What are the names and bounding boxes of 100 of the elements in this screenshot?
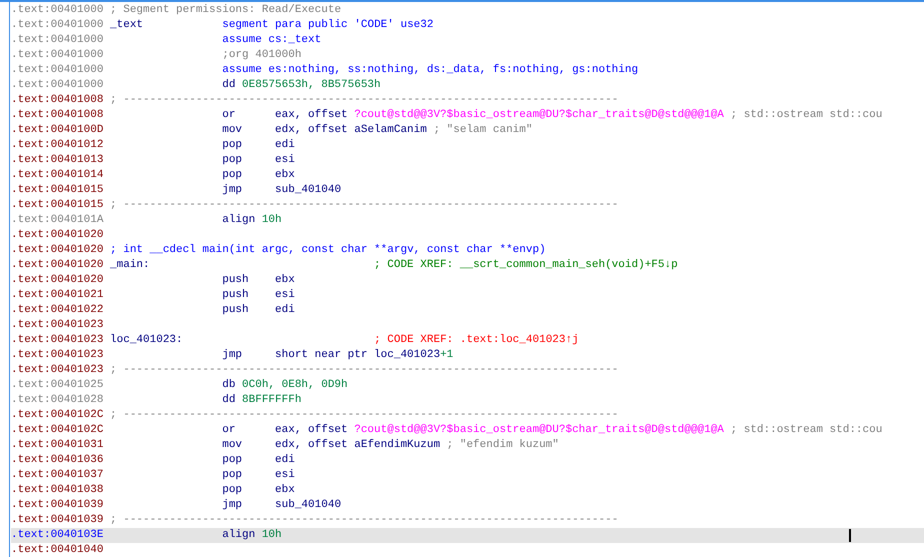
- comment: ; ---------------------------------------------------------------------------: [110, 408, 618, 423]
- instruction-mnemonic: pop: [222, 168, 242, 183]
- instruction-operands: ebx: [275, 273, 295, 288]
- line-address: .text:00401000: [11, 33, 104, 48]
- instruction-mnemonic: pop: [222, 468, 242, 483]
- instruction-mnemonic: push: [222, 288, 249, 303]
- instruction-operands: short near ptr loc_401023+1: [275, 348, 454, 363]
- instruction-operands: ebx: [275, 168, 295, 183]
- line-address: .text:00401022: [11, 303, 104, 318]
- line-address: .text:00401000: [11, 78, 104, 93]
- instruction-mnemonic: segment: [222, 18, 268, 33]
- instruction-operands: cs:_text: [268, 33, 322, 48]
- instruction-operands: 8BFFFFFFh: [242, 393, 302, 408]
- instruction-operands: 0E8575653h, 8B575653h: [242, 78, 381, 93]
- instruction-operands: es:nothing, ss:nothing, ds:_data, fs:nothing, gs:nothing: [268, 63, 638, 78]
- text-cursor: [849, 529, 851, 542]
- comment: ; ---------------------------------------------------------------------------: [110, 93, 618, 108]
- instruction-operands: ebx: [275, 483, 295, 498]
- instruction-mnemonic: mov: [222, 123, 242, 138]
- line-address: .text:00401039: [11, 498, 104, 513]
- instruction-operands: esi: [275, 468, 295, 483]
- instruction-mnemonic: push: [222, 273, 249, 288]
- instruction-operands: esi: [275, 153, 295, 168]
- instruction-mnemonic: pop: [222, 138, 242, 153]
- line-address: .text:00401012: [11, 138, 104, 153]
- instruction-operands: eax, offset ?cout@std@@3V?$basic_ostream@DU?$char_traits@D@std@@@1@A: [275, 423, 724, 438]
- line-address: .text:0040103E: [11, 528, 104, 543]
- comment: ; int __cdecl main(int argc, const char **argv, const char **envp): [110, 243, 546, 258]
- instruction-operands: 10h: [262, 528, 282, 543]
- line-address: .text:00401036: [11, 453, 104, 468]
- comment: ; CODE XREF: __scrt_common_main_seh(void)+F5↓p: [374, 258, 678, 273]
- instruction-operands: edi: [275, 303, 295, 318]
- line-address: .text:00401020: [11, 273, 104, 288]
- instruction-mnemonic: or: [222, 423, 236, 438]
- comment: ; CODE XREF: .text:loc_401023↑j: [374, 333, 579, 348]
- instruction-mnemonic: db: [222, 378, 236, 393]
- instruction-mnemonic: align: [222, 213, 256, 228]
- instruction-operands: sub_401040: [275, 183, 342, 198]
- line-address: .text:00401038: [11, 483, 104, 498]
- instruction-mnemonic: jmp: [222, 183, 242, 198]
- instruction-mnemonic: dd: [222, 393, 236, 408]
- comment: ; "selam canim": [433, 123, 532, 138]
- line-address: .text:00401021: [11, 288, 104, 303]
- instruction-mnemonic: pop: [222, 453, 242, 468]
- line-address: .text:00401023: [11, 318, 104, 333]
- line-address: .text:00401008: [11, 93, 104, 108]
- comment: ; Segment permissions: Read/Execute: [110, 3, 342, 18]
- line-address: .text:0040102C: [11, 423, 104, 438]
- line-address: .text:00401008: [11, 108, 104, 123]
- line-address: .text:0040100D: [11, 123, 104, 138]
- comment: ; ---------------------------------------------------------------------------: [110, 363, 618, 378]
- line-address: .text:00401039: [11, 513, 104, 528]
- comment: ; ---------------------------------------------------------------------------: [110, 198, 618, 213]
- instruction-mnemonic: align: [222, 528, 256, 543]
- instruction-operands: edi: [275, 453, 295, 468]
- line-address: .text:00401031: [11, 438, 104, 453]
- instruction-operands: edi: [275, 138, 295, 153]
- code-label: _main:: [110, 258, 150, 273]
- instruction-mnemonic: dd: [222, 78, 236, 93]
- instruction-mnemonic: pop: [222, 483, 242, 498]
- instruction-mnemonic: or: [222, 108, 236, 123]
- line-address: .text:00401028: [11, 393, 104, 408]
- line-address: .text:00401040: [11, 543, 104, 557]
- instruction-operands: 10h: [262, 213, 282, 228]
- line-address: .text:00401025: [11, 378, 104, 393]
- instruction-operands: edx, offset aSelamCanim: [275, 123, 427, 138]
- instruction-operands: esi: [275, 288, 295, 303]
- line-address: .text:00401014: [11, 168, 104, 183]
- line-address: .text:00401023: [11, 348, 104, 363]
- line-address: .text:00401000: [11, 63, 104, 78]
- instruction-mnemonic: mov: [222, 438, 242, 453]
- line-address: .text:00401013: [11, 153, 104, 168]
- code-label: loc_401023:: [110, 333, 183, 348]
- line-address: .text:00401000: [11, 48, 104, 63]
- instruction-mnemonic: jmp: [222, 498, 242, 513]
- instruction-mnemonic: assume: [222, 63, 262, 78]
- instruction-mnemonic: assume: [222, 33, 262, 48]
- line-address: .text:00401000: [11, 3, 104, 18]
- line-address: .text:0040101A: [11, 213, 104, 228]
- line-address: .text:00401015: [11, 198, 104, 213]
- instruction-operands: para public 'CODE' use32: [275, 18, 434, 33]
- instruction-operands: sub_401040: [275, 498, 342, 513]
- instruction-operands: edx, offset aEfendimKuzum: [275, 438, 440, 453]
- line-address: .text:00401020: [11, 258, 104, 273]
- instruction-mnemonic: push: [222, 303, 249, 318]
- line-address: .text:00401000: [11, 18, 104, 33]
- instruction-mnemonic: pop: [222, 153, 242, 168]
- line-address: .text:00401015: [11, 183, 104, 198]
- line-address: .text:00401020: [11, 228, 104, 243]
- comment: ; "efendim kuzum": [446, 438, 559, 453]
- comment: ; std::ostream std::cou: [730, 108, 882, 123]
- instruction-mnemonic: jmp: [222, 348, 242, 363]
- line-address: .text:00401020: [11, 243, 104, 258]
- comment: ; ---------------------------------------------------------------------------: [110, 513, 618, 528]
- instruction-operands: eax, offset ?cout@std@@3V?$basic_ostream@DU?$char_traits@D@std@@@1@A: [275, 108, 724, 123]
- line-address: .text:00401023: [11, 333, 104, 348]
- line-address: .text:0040102C: [11, 408, 104, 423]
- code-label: _text: [110, 18, 144, 33]
- line-address: .text:00401037: [11, 468, 104, 483]
- comment: ;org 401000h: [222, 48, 302, 63]
